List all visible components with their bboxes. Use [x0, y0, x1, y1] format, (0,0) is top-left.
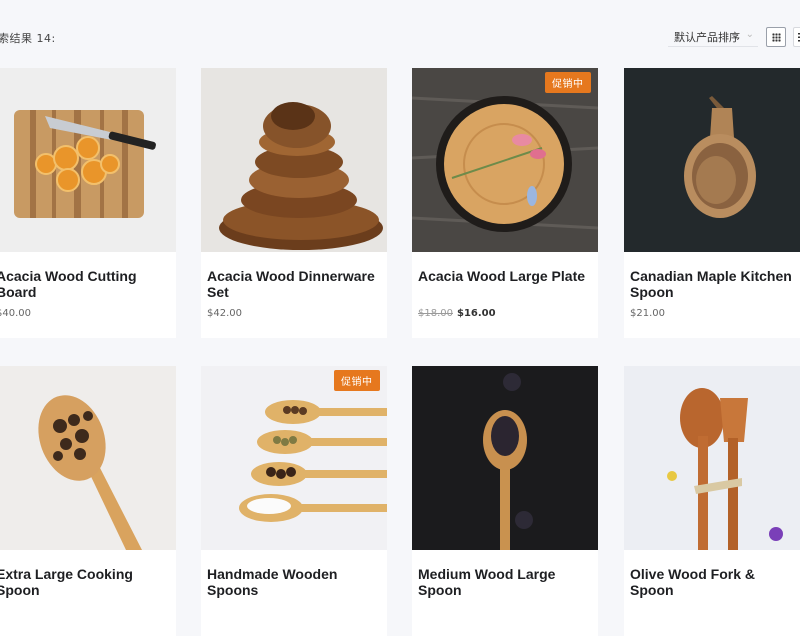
product-title[interactable]: Handmade Wooden Spoons — [207, 566, 377, 598]
price-current: $40.00 — [0, 308, 31, 319]
product-image-dinnerware-set[interactable] — [201, 68, 387, 252]
product-title[interactable]: Extra Large Cooking Spoon — [0, 566, 166, 598]
product-image-fork-spoon[interactable] — [624, 366, 800, 550]
product-image-cutting-board[interactable] — [0, 68, 176, 252]
sort-select[interactable]: 默认产品排序 ⌄ — [668, 27, 758, 47]
list-view-button[interactable] — [793, 27, 800, 47]
product-card[interactable]: Medium Wood Large Spoon — [412, 366, 598, 636]
product-image-handmade-spoons[interactable] — [201, 366, 387, 550]
product-card[interactable]: Canadian Maple Kitchen Spoon $21.00 — [624, 68, 800, 338]
product-price: $40.00 — [0, 308, 31, 319]
price-current: $16.00 — [457, 308, 496, 319]
price-current: $42.00 — [207, 308, 242, 319]
sale-badge: 促销中 — [334, 370, 380, 391]
product-price: $18.00 $16.00 — [418, 308, 496, 319]
product-image-maple-spoon[interactable] — [624, 68, 800, 252]
product-image-medium-spoon[interactable] — [412, 366, 598, 550]
grid-icon — [772, 33, 781, 42]
sort-select-label: 默认产品排序 — [674, 31, 740, 44]
product-title[interactable]: Medium Wood Large Spoon — [418, 566, 588, 598]
product-title[interactable]: Acacia Wood Large Plate — [418, 268, 588, 284]
shop-toolbar: 索结果 14: 默认产品排序 ⌄ — [0, 0, 800, 60]
product-image-cooking-spoon[interactable] — [0, 366, 176, 550]
product-card[interactable]: Extra Large Cooking Spoon — [0, 366, 176, 636]
product-image-large-plate[interactable] — [412, 68, 598, 252]
product-title[interactable]: Canadian Maple Kitchen Spoon — [630, 268, 800, 300]
result-count: 索结果 14: — [0, 32, 56, 45]
product-title[interactable]: Olive Wood Fork & Spoon — [630, 566, 800, 598]
product-card[interactable]: Acacia Wood Dinnerware Set $42.00 — [201, 68, 387, 338]
price-original: $18.00 — [418, 308, 453, 319]
grid-view-button[interactable] — [766, 27, 786, 47]
sale-badge: 促销中 — [545, 72, 591, 93]
product-price: $42.00 — [207, 308, 242, 319]
product-title[interactable]: Acacia Wood Cutting Board — [0, 268, 166, 300]
product-card[interactable]: Acacia Wood Cutting Board $40.00 — [0, 68, 176, 338]
chevron-down-icon: ⌄ — [745, 29, 754, 40]
price-current: $21.00 — [630, 308, 665, 319]
product-card[interactable]: 促销中 Handmade Wooden Spoons — [201, 366, 387, 636]
product-card[interactable]: 促销中 Acacia Wood Large Plate $18.00 $16.00 — [412, 68, 598, 338]
product-title[interactable]: Acacia Wood Dinnerware Set — [207, 268, 377, 300]
product-price: $21.00 — [630, 308, 665, 319]
product-card[interactable]: Olive Wood Fork & Spoon — [624, 366, 800, 636]
